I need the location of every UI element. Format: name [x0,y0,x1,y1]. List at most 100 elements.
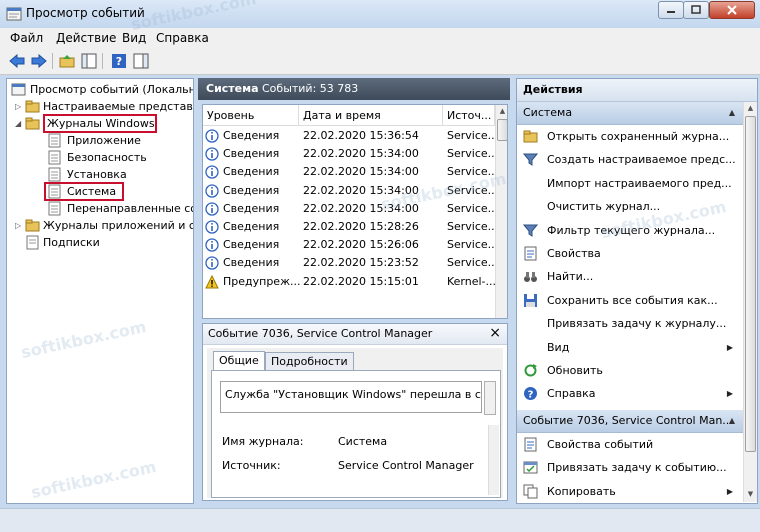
action-item[interactable]: Копировать ▶ [517,480,743,503]
action-label: Справка [547,387,596,401]
cell-source: Service... [447,201,499,215]
action-item[interactable]: Открыть сохраненный журна... [517,125,743,148]
forward-button[interactable] [30,52,48,70]
table-row[interactable]: Сведения 22.02.2020 15:34:00 Service... [203,163,498,181]
svg-text:?: ? [528,390,534,401]
svg-text:?: ? [116,55,122,68]
tab-general[interactable]: Общие [213,351,265,371]
up-folder-button[interactable] [58,52,76,70]
back-button[interactable] [8,52,26,70]
cell-level: Предупреж... [223,274,301,288]
close-detail-icon[interactable]: × [489,325,501,341]
tree-item-security[interactable]: Безопасность [7,149,193,166]
minimize-button[interactable] [658,1,684,19]
forward-arrow-icon [31,54,47,68]
action-label: Привязать задачу к событию... [547,461,727,475]
tree-item-custom-views[interactable]: ▷ Настраиваемые представле [7,98,193,115]
table-row[interactable]: Сведения 22.02.2020 15:34:00 Service... [203,200,499,218]
help-button[interactable]: ? [110,52,128,70]
cell-level: Сведения [223,201,280,215]
collapse-icon[interactable]: ◢ [15,119,24,128]
column-header-date[interactable]: Дата и время [299,105,443,126]
collapse-section-icon[interactable]: ▲ [729,108,735,117]
action-item[interactable]: Свойства событий [517,433,743,456]
expand-icon[interactable]: ▷ [15,102,24,111]
show-actions-button[interactable] [132,52,150,70]
action-label: Открыть сохраненный журна... [547,130,730,143]
menu-file[interactable]: Файл [10,31,43,45]
table-row[interactable]: Предупреж... 22.02.2020 15:15:01 Kernel-..… [203,273,497,291]
action-item[interactable]: Фильтр текущего журнала... [517,219,743,242]
detail-scrollbar[interactable] [488,425,499,495]
minimize-icon [667,11,675,13]
table-row[interactable]: Сведения 22.02.2020 15:28:26 Service... [203,218,498,236]
show-tree-button[interactable] [80,52,98,70]
menu-action[interactable]: Действие [56,31,116,45]
table-row[interactable]: Сведения 22.02.2020 15:36:54 Service... [203,127,498,145]
action-item[interactable]: Обновить [517,359,743,382]
tab-details[interactable]: Подробности [265,352,354,370]
table-row[interactable]: Сведения 22.02.2020 15:26:06 Service... [203,236,498,254]
folder-icon [25,100,40,113]
expand-icon[interactable]: ▷ [15,221,24,230]
menu-view[interactable]: Вид [122,31,146,45]
tree-item-root[interactable]: Просмотр событий (Локальны [7,81,193,98]
collapse-section-icon[interactable]: ▲ [729,416,735,425]
action-item[interactable]: Привязать задачу к событию... [517,456,743,479]
tree-item-application[interactable]: Приложение [7,132,193,149]
actions-section-event[interactable]: Событие 7036, Service Control Man... ▲ [517,410,743,433]
action-item[interactable]: Свойства [517,242,743,265]
folder-open-icon [25,117,40,130]
action-item[interactable]: Вид ▶ [517,336,743,359]
actions-section-system[interactable]: Система ▲ [517,102,743,125]
cell-source: Kernel-... [447,274,497,288]
action-item[interactable]: Создать настраиваемое предс... [517,148,743,171]
column-header-source[interactable]: Источ... [443,105,495,126]
maximize-button[interactable] [683,1,709,19]
action-label: Свойства [547,247,601,260]
action-label: Копировать [547,484,616,498]
subscriptions-icon [26,235,39,250]
tree-item-forwarded-events[interactable]: Перенаправленные соб [7,200,193,217]
column-header-level[interactable]: Уровень [203,105,299,126]
cell-date: 22.02.2020 15:34:00 [303,183,419,197]
action-item[interactable]: Импорт настраиваемого пред... [517,172,743,195]
table-row[interactable]: Сведения 22.02.2020 15:34:00 Service... [203,182,498,200]
tree-item-setup[interactable]: Установка [7,166,193,183]
action-pane-icon [133,53,149,69]
action-item[interactable]: ? Справка ▶ [517,382,743,405]
info-icon [205,183,219,198]
scroll-up-icon[interactable]: ▲ [745,102,756,114]
tree-item-app-service-logs[interactable]: ▷ Журналы приложений и сл [7,217,193,234]
field-label-log-name: Имя журнала: [222,435,304,448]
scroll-down-icon[interactable]: ▼ [745,488,756,500]
maximize-icon [691,5,701,14]
action-item[interactable]: Найти... [517,265,743,288]
table-row[interactable]: Сведения 22.02.2020 15:34:00 Service... [203,145,498,163]
tab-panel: Служба "Установщик Windows" перешла в со… [211,370,501,498]
highlight-box [43,114,157,133]
folder-up-icon [59,55,75,68]
cell-level: Сведения [223,256,280,270]
events-table: Уровень Дата и время Источ... Сведения 22… [202,104,508,319]
action-label: Найти... [547,270,594,284]
log-icon [48,201,61,216]
scroll-thumb[interactable] [497,119,507,141]
close-button[interactable] [709,1,755,19]
events-scrollbar[interactable]: ▲ [495,105,507,318]
help-icon: ? [112,54,126,68]
action-item[interactable]: Сохранить все события как... [517,289,743,312]
cell-level: Сведения [223,220,280,233]
description-scrollbar[interactable] [484,381,496,415]
menu-help[interactable]: Справка [156,31,209,45]
scroll-up-icon[interactable]: ▲ [497,105,507,117]
tree-item-subscriptions[interactable]: Подписки [7,234,193,251]
close-icon [727,5,737,15]
action-item[interactable]: Очистить журнал... [517,195,743,218]
actions-scrollbar[interactable]: ▲ ▼ [743,102,757,502]
event-count: Событий: 53 783 [262,82,359,95]
scroll-thumb[interactable] [745,116,756,452]
field-label-source: Источник: [222,459,281,472]
action-item[interactable]: Привязать задачу к журналу... [517,312,743,335]
table-row[interactable]: Сведения 22.02.2020 15:23:52 Service... [203,254,498,272]
